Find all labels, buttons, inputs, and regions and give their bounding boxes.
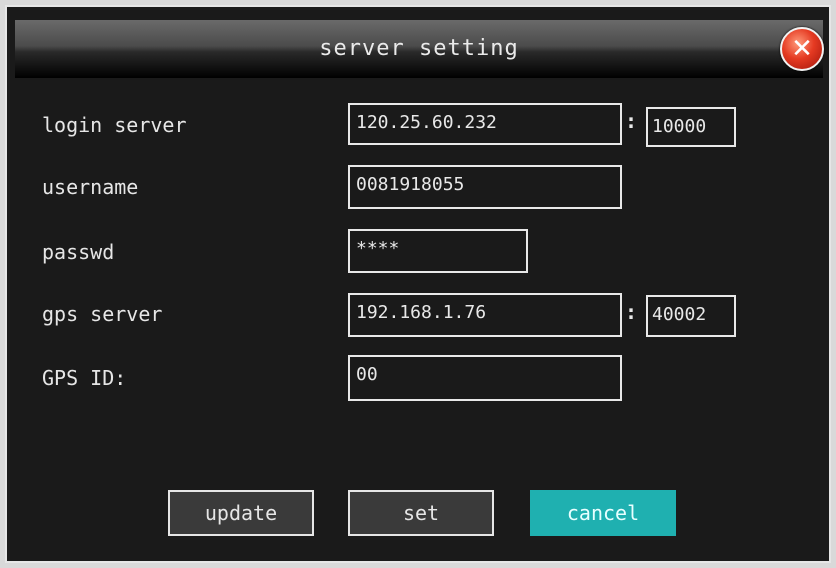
title-bar: server setting <box>15 20 823 78</box>
passwd-input[interactable]: **** <box>348 229 528 273</box>
username-input[interactable]: 0081918055 <box>348 165 622 209</box>
gps-id-input[interactable]: 00 <box>348 355 622 401</box>
cancel-button[interactable]: cancel <box>530 490 676 536</box>
gps-server-label: gps server <box>42 302 163 326</box>
login-server-host-input[interactable]: 120.25.60.232 <box>348 103 622 145</box>
login-server-label: login server <box>42 113 187 137</box>
dialog-title: server setting <box>319 36 519 61</box>
username-label: username <box>42 175 139 199</box>
set-button[interactable]: set <box>348 490 494 536</box>
close-button[interactable]: ✕ <box>780 27 824 71</box>
close-icon: ✕ <box>791 34 813 64</box>
passwd-label: passwd <box>42 240 115 264</box>
server-setting-dialog <box>5 5 831 563</box>
gps-id-label: GPS ID: <box>42 366 127 390</box>
gps-server-host-input[interactable]: 192.168.1.76 <box>348 293 622 337</box>
gps-server-port-input[interactable]: 40002 <box>646 295 736 337</box>
login-server-port-input[interactable]: 10000 <box>646 107 736 147</box>
login-server-port-separator: : <box>624 109 638 133</box>
update-button[interactable]: update <box>168 490 314 536</box>
gps-server-port-separator: : <box>624 300 638 324</box>
